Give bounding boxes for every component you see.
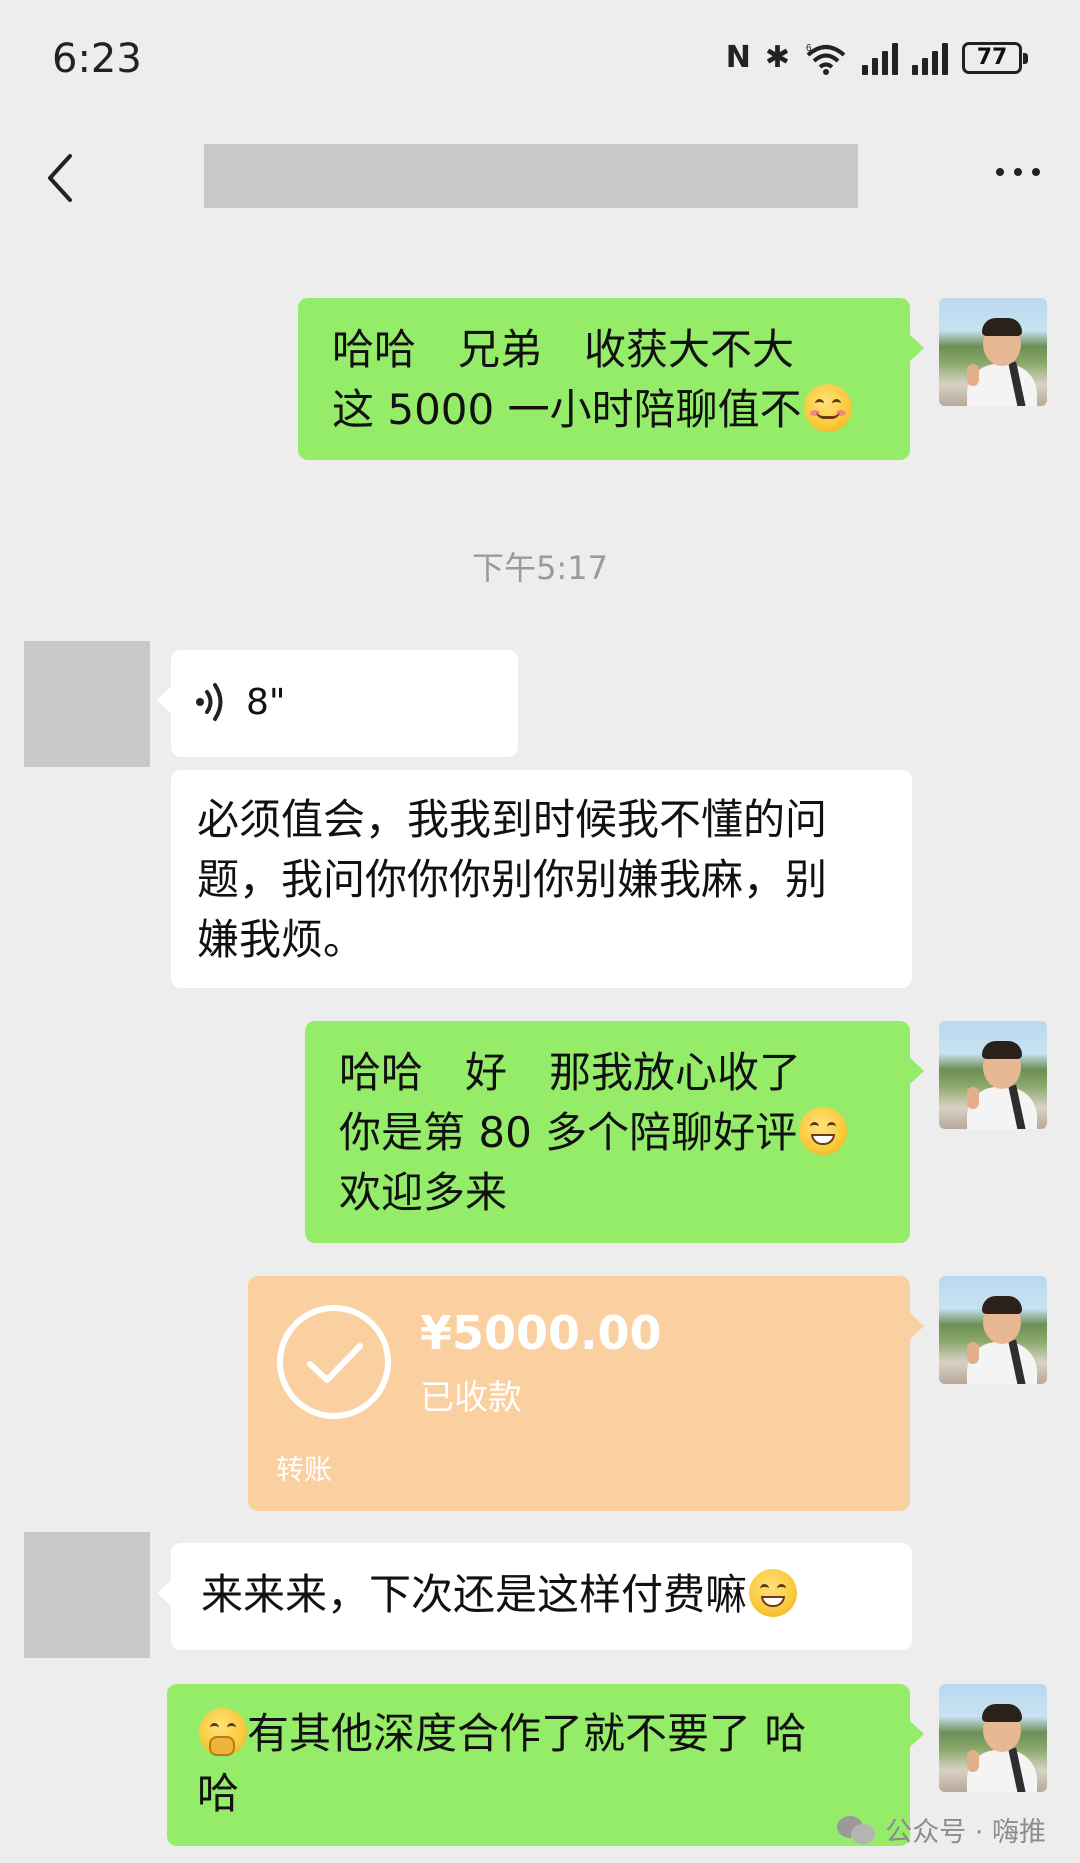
message-line: 题，我问你你你别你别嫌我麻，别 xyxy=(197,855,828,904)
watermark: 公众号 · 嗨推 xyxy=(837,1810,1046,1849)
message-text: 有其他深度合作了就不要了 哈 xyxy=(247,1709,807,1758)
message-line: 哈哈 兄弟 收获大不大 xyxy=(332,325,795,374)
my-avatar[interactable] xyxy=(939,1684,1047,1792)
chat-header xyxy=(0,120,1080,240)
signal-1-icon xyxy=(862,41,898,75)
transfer-label: 转账 xyxy=(276,1453,333,1486)
received-message-bubble[interactable]: 来来来，下次还是这样付费嘛 xyxy=(157,1543,912,1650)
voice-duration: 8" xyxy=(246,682,286,723)
chat-title-redacted xyxy=(204,144,858,208)
watermark-text: 公众号 · 嗨推 xyxy=(885,1817,1046,1848)
status-bar: 6:23 N ✱ 6 77 xyxy=(0,0,1080,120)
message-line: 必须值会，我我到时候我不懂的问 xyxy=(197,795,828,844)
transfer-amount: ¥5000.00 xyxy=(420,1306,662,1360)
shy-smile-emoji-icon xyxy=(803,384,852,432)
message-line-with-emoji: 有其他深度合作了就不要了 哈 xyxy=(197,1704,910,1764)
sent-message-bubble[interactable]: 哈哈 兄弟 收获大不大 这 5000 一小时陪聊值不 xyxy=(298,298,924,460)
message-text: 来来来，下次还是这样付费嘛 xyxy=(201,1570,748,1619)
signal-2-icon xyxy=(912,41,948,75)
voice-wave-icon xyxy=(196,683,223,721)
battery-icon: 77 xyxy=(962,41,1028,74)
my-avatar[interactable] xyxy=(939,1021,1047,1129)
sent-message-bubble[interactable]: 哈哈 好 那我放心收了 你是第 80 多个陪聊好评 欢迎多来 xyxy=(305,1021,924,1243)
transfer-card[interactable]: ¥5000.00 已收款 转账 xyxy=(248,1276,924,1511)
nfc-icon: N xyxy=(725,40,751,75)
status-time: 6:23 xyxy=(52,36,142,82)
transfer-status: 已收款 xyxy=(420,1378,522,1418)
my-avatar[interactable] xyxy=(939,1276,1047,1384)
message-line: 哈 xyxy=(197,1769,240,1818)
status-icons: N ✱ 6 77 xyxy=(725,40,1028,75)
wifi-label: 6 xyxy=(806,43,812,54)
contact-avatar-redacted[interactable] xyxy=(24,641,150,767)
message-timestamp: 下午5:17 xyxy=(472,549,608,587)
back-icon[interactable] xyxy=(40,148,80,208)
message-line-with-emoji: 这 5000 一小时陪聊值不 xyxy=(332,380,910,440)
message-text: 你是第 80 多个陪聊好评 xyxy=(339,1108,798,1157)
thinking-emoji-icon xyxy=(199,1708,247,1756)
bluetooth-icon: ✱ xyxy=(764,40,790,75)
message-line-with-emoji: 你是第 80 多个陪聊好评 xyxy=(339,1103,910,1163)
contact-avatar-redacted[interactable] xyxy=(24,1532,150,1658)
message-line: 欢迎多来 xyxy=(339,1168,508,1217)
grin-emoji-icon xyxy=(749,1569,798,1617)
my-avatar[interactable] xyxy=(939,298,1047,406)
wifi-icon: 6 xyxy=(806,43,846,75)
message-line: 哈哈 好 那我放心收了 xyxy=(339,1048,802,1097)
wechat-icon xyxy=(837,1814,877,1846)
sent-message-bubble[interactable]: 有其他深度合作了就不要了 哈 哈 xyxy=(167,1684,924,1846)
message-line-with-emoji: 来来来，下次还是这样付费嘛 xyxy=(201,1565,912,1625)
message-text: 这 5000 一小时陪聊值不 xyxy=(332,385,802,434)
grin-emoji-icon xyxy=(799,1107,848,1155)
check-circle-icon xyxy=(277,1305,391,1419)
more-options-icon[interactable] xyxy=(996,168,1040,176)
received-message-bubble[interactable]: 必须值会，我我到时候我不懂的问 题，我问你你你别你别嫌我麻，别 嫌我烦。 xyxy=(171,770,912,988)
message-line: 嫌我烦。 xyxy=(197,915,366,964)
